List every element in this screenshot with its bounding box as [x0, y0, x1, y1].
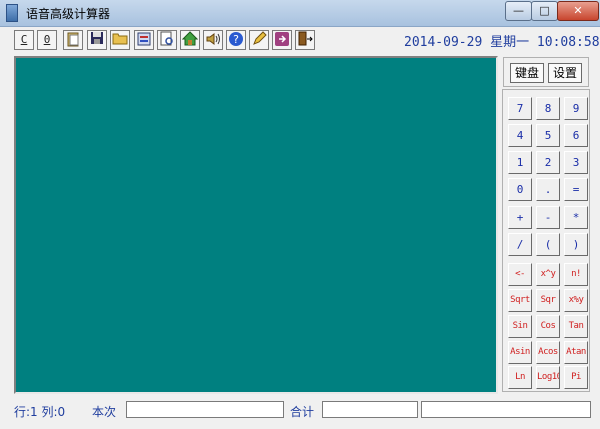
key-sqr[interactable]: Sqr [536, 289, 560, 312]
key-tan[interactable]: Tan [564, 315, 588, 338]
key-pi[interactable]: Pi [564, 366, 588, 389]
maximize-button[interactable]: □ [531, 1, 558, 21]
current-label: 本次 [92, 405, 117, 419]
status-bar: 行:1 列:0 本次 合计 [0, 396, 600, 429]
key-cos[interactable]: Cos [536, 315, 560, 338]
help-icon[interactable]: ? [226, 30, 246, 50]
key-4[interactable]: 4 [508, 124, 532, 147]
key-8[interactable]: 8 [536, 97, 560, 120]
clear-zero-button[interactable]: 0 [37, 30, 57, 50]
datetime-display: 2014-09-29 星期一 10:08:58 [404, 35, 600, 50]
key-atan[interactable]: Atan [564, 341, 588, 364]
svg-text:?: ? [233, 33, 239, 46]
expression-work-area[interactable] [14, 56, 498, 394]
key-divide[interactable]: / [508, 233, 532, 256]
speaker-icon[interactable] [203, 30, 223, 50]
total-result-field[interactable] [322, 401, 418, 418]
keyboard-tab-button[interactable]: 键盘 [510, 63, 544, 83]
key-close-paren[interactable]: ) [564, 233, 588, 256]
close-button[interactable]: ✕ [557, 1, 599, 21]
export-icon[interactable] [272, 30, 292, 50]
print-icon[interactable] [134, 30, 154, 50]
settings-tab-button[interactable]: 设置 [548, 63, 582, 83]
key-0[interactable]: 0 [508, 178, 532, 201]
pen-icon[interactable] [249, 30, 269, 50]
home-icon[interactable] [180, 30, 200, 50]
minimize-button[interactable]: — [505, 1, 532, 21]
key-1[interactable]: 1 [508, 151, 532, 174]
save-icon[interactable] [87, 30, 107, 50]
preview-icon[interactable] [157, 30, 177, 50]
key-plus[interactable]: + [508, 206, 532, 229]
key-6[interactable]: 6 [564, 124, 588, 147]
key-ln[interactable]: Ln [508, 366, 532, 389]
key-3[interactable]: 3 [564, 151, 588, 174]
row-col-indicator: 行:1 列:0 [14, 405, 66, 419]
key-power[interactable]: x^y [536, 263, 560, 286]
window-title: 语音高级计算器 [26, 7, 111, 21]
side-tab-panel: 键盘 设置 [503, 57, 589, 87]
key-decimal[interactable]: . [536, 178, 560, 201]
key-equals[interactable]: = [564, 178, 588, 201]
key-acos[interactable]: Acos [536, 341, 560, 364]
total-label: 合计 [290, 405, 315, 419]
key-factorial[interactable]: n! [564, 263, 588, 286]
key-log10[interactable]: Log10 [536, 366, 560, 389]
key-asin[interactable]: Asin [508, 341, 532, 364]
exit-icon[interactable] [295, 30, 315, 50]
key-9[interactable]: 9 [564, 97, 588, 120]
key-2[interactable]: 2 [536, 151, 560, 174]
key-backspace[interactable]: <- [508, 263, 532, 286]
key-sin[interactable]: Sin [508, 315, 532, 338]
keypad-panel: 7 8 9 4 5 6 1 2 3 0 . = + - * / ( ) <- x… [502, 89, 590, 392]
key-sqrt[interactable]: Sqrt [508, 289, 532, 312]
paste-icon[interactable] [63, 30, 83, 50]
status-extra-field [421, 401, 591, 418]
calculator-app-icon [6, 4, 18, 22]
key-7[interactable]: 7 [508, 97, 532, 120]
clear-c-button[interactable]: C [14, 30, 34, 50]
key-5[interactable]: 5 [536, 124, 560, 147]
current-result-field[interactable] [126, 401, 284, 418]
title-bar: 语音高级计算器 — □ ✕ [0, 0, 600, 27]
key-multiply[interactable]: * [564, 206, 588, 229]
key-open-paren[interactable]: ( [536, 233, 560, 256]
key-minus[interactable]: - [536, 206, 560, 229]
key-mod[interactable]: x%y [564, 289, 588, 312]
open-folder-icon[interactable] [110, 30, 130, 50]
